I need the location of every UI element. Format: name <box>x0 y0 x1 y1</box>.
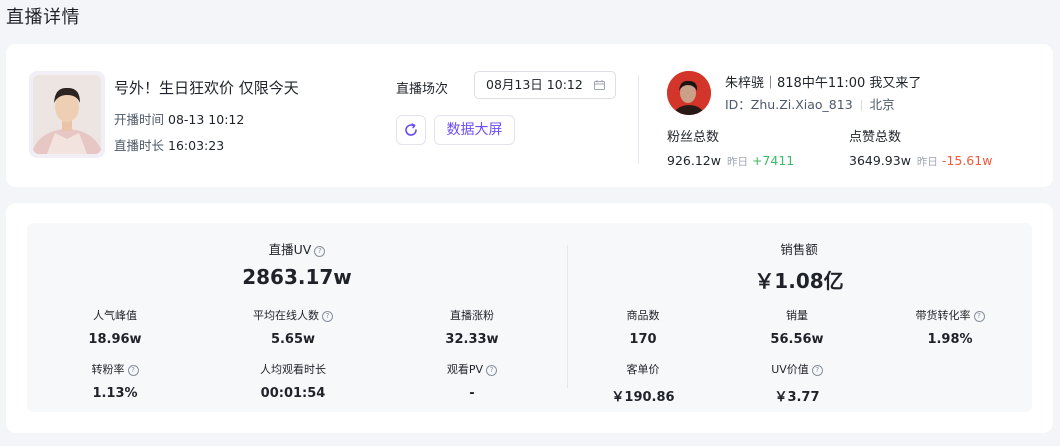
likes-total-value: 3649.93w <box>849 153 911 168</box>
fans-total: 926.12w 昨日 +7411 <box>667 153 794 169</box>
metric-avg-online: 平均在线人数? 5.65w <box>213 307 373 347</box>
metric-value: 1.13% <box>92 386 138 401</box>
metric-value: 5.65w <box>270 332 316 347</box>
fans-total-value: 926.12w <box>667 153 721 168</box>
likes-delta: -15.61w <box>941 153 993 168</box>
divider <box>638 75 639 164</box>
metric-sales-volume: 销量 56.56w <box>717 307 877 347</box>
metric-value: 32.33w <box>445 332 499 347</box>
help-icon[interactable]: ? <box>314 246 326 257</box>
likes-yesterday-label: 昨日 <box>916 156 938 168</box>
live-duration: 直播时长 16:03:23 <box>114 135 224 154</box>
separator <box>860 100 862 111</box>
page-title: 直播详情 <box>6 7 80 28</box>
metric-label: 客单价 <box>626 363 660 376</box>
metric-conversion-fans: 转粉率? 1.13% <box>35 361 195 401</box>
metrics-panel: 直播UV? 2863.17w 销售额 ￥1.08亿 人气峰值 18.96w 平均… <box>27 223 1032 412</box>
likes-total: 3649.93w 昨日 -15.61w <box>849 153 992 169</box>
anchor-avatar[interactable] <box>667 71 711 115</box>
fans-yesterday-label: 昨日 <box>726 156 748 168</box>
start-time-label: 开播时间 <box>114 112 165 127</box>
metric-label: 带货转化率 <box>915 309 971 322</box>
uv-block: 直播UV? 2863.17w <box>197 239 397 289</box>
metric-label: 商品数 <box>626 309 660 322</box>
metric-conversion-rate: 带货转化率? 1.98% <box>870 307 1030 347</box>
uv-value: 2863.17w <box>242 265 352 289</box>
help-icon[interactable]: ? <box>127 365 139 376</box>
cover-image <box>33 75 101 154</box>
metric-avg-watch-time: 人均观看时长 00:01:54 <box>213 361 373 401</box>
anchor-name: 朱梓骁｜818中午11:00 我又来了 <box>725 76 922 91</box>
session-date-value: 08月13日 10:12 <box>486 77 583 92</box>
anchor-id: ID：Zhu.Zi.Xiao_813 北京 <box>725 94 895 113</box>
help-icon[interactable]: ? <box>486 365 498 376</box>
metric-value: ￥190.86 <box>611 390 675 405</box>
metric-value: ￥3.77 <box>774 390 820 405</box>
metric-label: 人均观看时长 <box>260 363 326 376</box>
likes-total-label: 点赞总数 <box>849 130 902 145</box>
metric-label: UV价值 <box>771 363 809 376</box>
sales-value: ￥1.08亿 <box>754 269 844 293</box>
metric-label: 转粉率 <box>91 363 125 376</box>
metric-value: 00:01:54 <box>260 386 326 401</box>
metric-uv-value: UV价值? ￥3.77 <box>717 361 877 405</box>
fans-delta: +7411 <box>751 153 795 168</box>
uv-label-text: 直播UV <box>268 242 312 257</box>
duration-value: 16:03:23 <box>168 138 225 153</box>
sales-label: 销售额 <box>780 242 818 257</box>
metrics-card: 直播UV? 2863.17w 销售额 ￥1.08亿 人气峰值 18.96w 平均… <box>6 203 1053 433</box>
metric-value: 56.56w <box>770 332 824 347</box>
live-info-card: 号外！生日狂欢价 仅限今天 开播时间 08-13 10:12 直播时长 16:03:… <box>6 44 1053 187</box>
metric-avg-order-value: 客单价 ￥190.86 <box>563 361 723 405</box>
help-icon[interactable]: ? <box>322 311 333 322</box>
sales-block: 销售额 ￥1.08亿 <box>699 239 899 294</box>
data-big-screen-button[interactable]: 数据大屏 <box>434 115 515 145</box>
metric-label: 销量 <box>786 309 808 322</box>
metric-label: 观看PV <box>446 363 484 376</box>
uv-label: 直播UV? <box>197 239 397 258</box>
metric-value: - <box>469 386 475 401</box>
metric-value: 170 <box>629 332 657 347</box>
session-date-picker[interactable]: 08月13日 10:12 <box>474 71 616 99</box>
metric-label: 人气峰值 <box>93 309 137 322</box>
start-time: 开播时间 08-13 10:12 <box>114 109 244 128</box>
live-title: 号外！生日狂欢价 仅限今天 <box>114 79 299 97</box>
metric-peak-popularity: 人气峰值 18.96w <box>35 307 195 347</box>
help-icon[interactable]: ? <box>973 311 985 322</box>
metric-label: 平均在线人数 <box>253 309 319 322</box>
live-cover[interactable] <box>29 71 105 158</box>
start-time-value: 08-13 10:12 <box>168 112 245 127</box>
refresh-icon <box>405 123 417 136</box>
metric-label: 直播涨粉 <box>450 309 494 322</box>
refresh-button[interactable] <box>396 115 426 145</box>
metric-value: 1.98% <box>927 332 973 347</box>
duration-label: 直播时长 <box>114 138 165 153</box>
metric-watch-pv: 观看PV? - <box>392 361 552 401</box>
session-label: 直播场次 <box>396 82 449 97</box>
anchor-id-text: ID：Zhu.Zi.Xiao_813 <box>725 97 853 112</box>
calendar-icon <box>594 80 605 90</box>
anchor-location: 北京 <box>869 97 895 112</box>
metric-value: 18.96w <box>88 332 142 347</box>
help-icon[interactable]: ? <box>811 365 823 376</box>
metric-fans-gain: 直播涨粉 32.33w <box>392 307 552 347</box>
fans-total-label: 粉丝总数 <box>667 130 720 145</box>
metric-product-count: 商品数 170 <box>563 307 723 347</box>
